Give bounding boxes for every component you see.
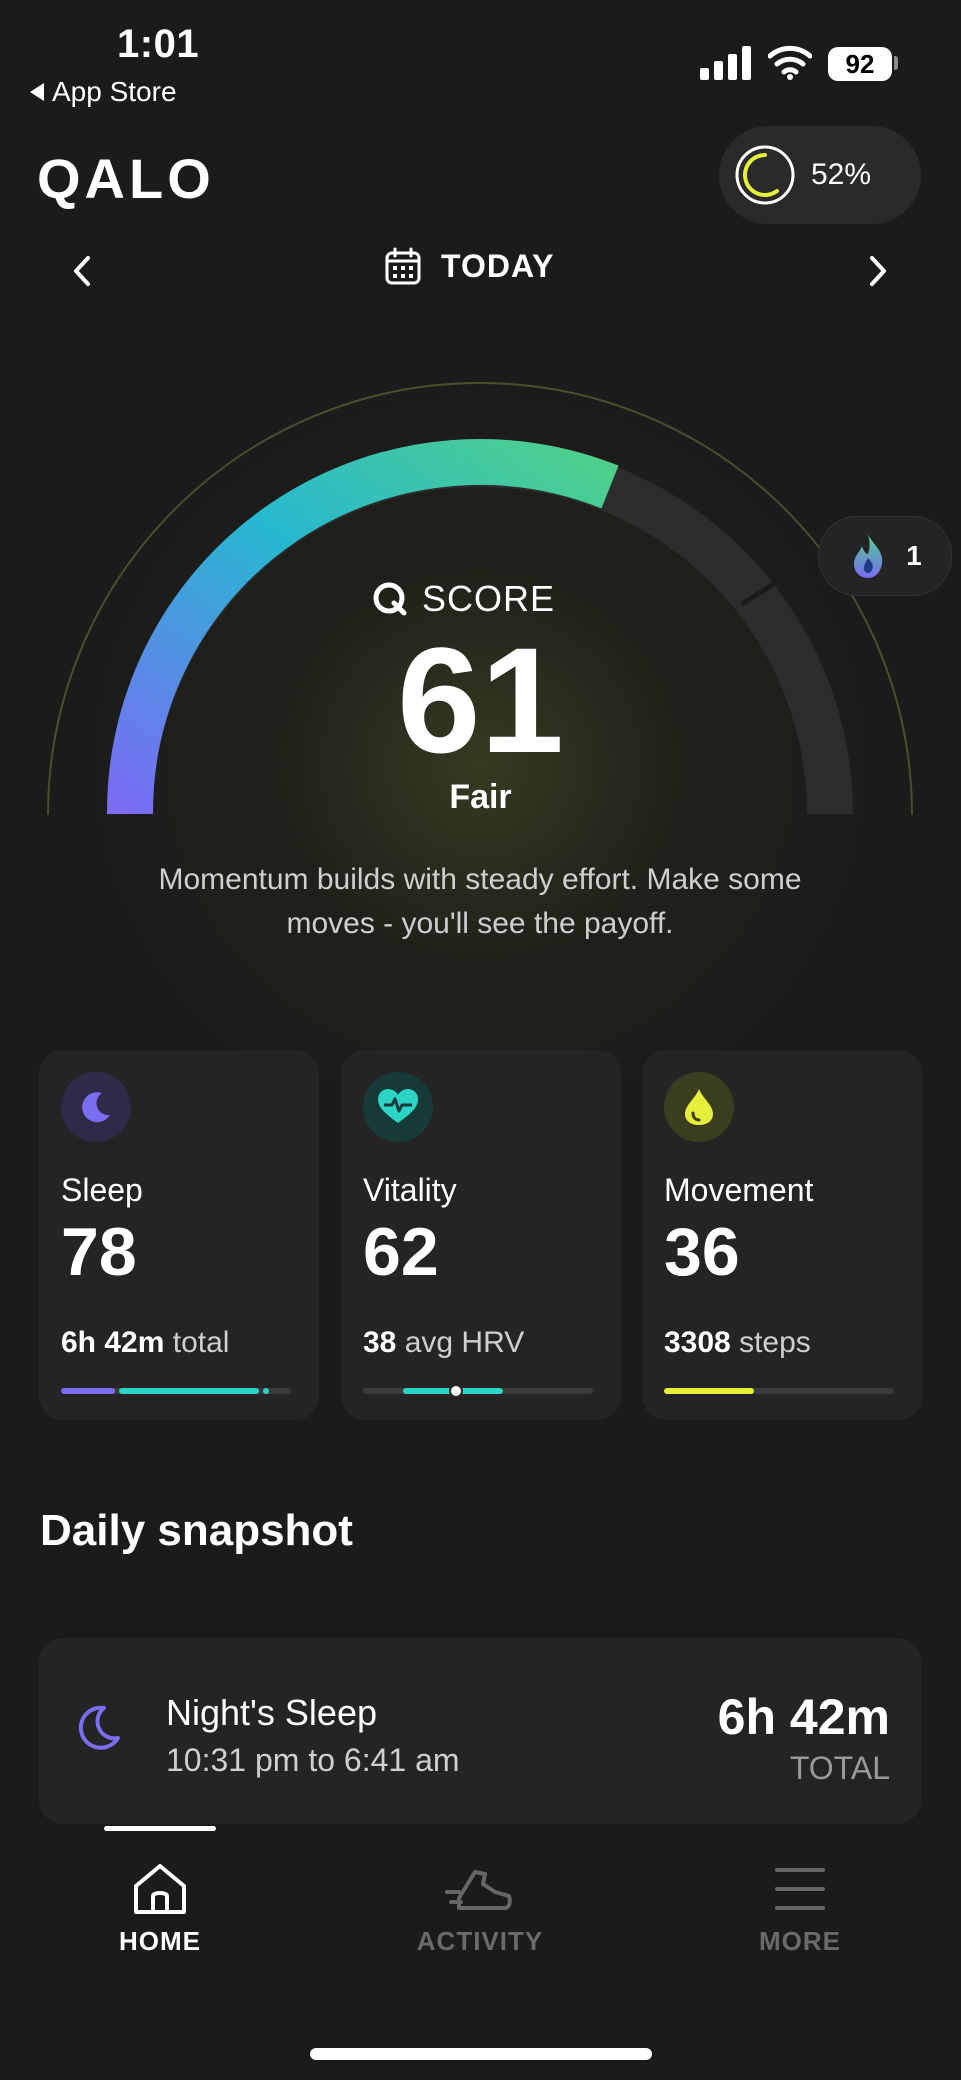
score-label: SCORE xyxy=(372,578,555,620)
signal-icon xyxy=(700,46,751,80)
status-time: 1:01 xyxy=(117,22,200,66)
home-icon xyxy=(134,1864,186,1914)
moon-icon xyxy=(78,1705,120,1750)
wifi-icon xyxy=(768,45,812,80)
movement-card[interactable]: Movement 36 3308 steps xyxy=(642,1050,922,1420)
previous-day-chevron-icon[interactable] xyxy=(62,246,102,296)
nav-activity-label: ACTIVITY xyxy=(416,1926,544,1956)
sleep-detail-value: 6h 42m xyxy=(61,1326,165,1359)
progress-percent: 52% xyxy=(811,158,872,191)
moon-icon xyxy=(61,1072,131,1142)
back-to-app-store[interactable]: App Store xyxy=(30,76,177,108)
sleep-title: Sleep xyxy=(61,1172,143,1208)
vitality-score: 62 xyxy=(363,1214,439,1290)
movement-title: Movement xyxy=(664,1172,814,1208)
score-value: 61 xyxy=(397,616,564,784)
heart-pulse-icon xyxy=(363,1072,433,1142)
vitality-card[interactable]: Vitality 62 38 avg HRV xyxy=(341,1050,621,1420)
vitality-detail: 38 avg HRV xyxy=(363,1326,524,1360)
sleep-score: 78 xyxy=(61,1214,137,1290)
nav-active-indicator xyxy=(104,1826,216,1831)
vitality-marker xyxy=(449,1384,463,1398)
streak-count: 1 xyxy=(906,540,922,571)
night-sleep-time-range: 10:31 pm to 6:41 am xyxy=(166,1742,460,1778)
streak-badge[interactable]: 1 xyxy=(818,516,952,596)
progress-ring-icon xyxy=(735,145,795,205)
movement-detail-unit: steps xyxy=(739,1326,811,1359)
sleep-detail-unit: total xyxy=(172,1326,230,1359)
night-sleep-title: Night's Sleep xyxy=(166,1692,377,1733)
nav-home-label: HOME xyxy=(119,1926,201,1956)
vitality-title: Vitality xyxy=(363,1172,457,1208)
back-arrow-icon xyxy=(30,83,44,101)
battery-nub xyxy=(894,56,898,70)
sneaker-icon xyxy=(445,1870,512,1910)
movement-score: 36 xyxy=(664,1214,740,1290)
sleep-card[interactable]: Sleep 78 6h 42m total xyxy=(39,1050,319,1420)
home-indicator xyxy=(310,2048,652,2060)
daily-snapshot-heading: Daily snapshot xyxy=(40,1506,353,1555)
score-label-text: SCORE xyxy=(422,578,556,619)
menu-icon xyxy=(775,1868,825,1910)
nav-activity[interactable]: ACTIVITY xyxy=(360,1862,600,1957)
battery-indicator: 92 xyxy=(828,47,892,81)
qalo-q-icon xyxy=(373,582,407,616)
night-sleep-total: 6h 42m xyxy=(717,1689,890,1745)
sleep-bar xyxy=(61,1388,291,1394)
flame-icon xyxy=(854,534,883,578)
back-label: App Store xyxy=(52,76,177,107)
date-selector[interactable]: TODAY xyxy=(385,247,554,285)
vitality-detail-unit: avg HRV xyxy=(404,1326,525,1359)
date-label: TODAY xyxy=(441,247,555,284)
vitality-bar xyxy=(363,1384,593,1398)
next-day-chevron-icon[interactable] xyxy=(858,246,898,296)
progress-ring-pill[interactable]: 52% xyxy=(719,126,921,224)
movement-detail: 3308 steps xyxy=(664,1326,811,1360)
calendar-icon xyxy=(385,247,421,285)
drop-icon xyxy=(664,1072,734,1142)
app-logo: QALO xyxy=(37,147,215,210)
score-rating: Fair xyxy=(449,778,512,816)
sleep-detail: 6h 42m total xyxy=(61,1326,229,1360)
nav-more[interactable]: MORE xyxy=(680,1862,920,1957)
nav-home[interactable]: HOME xyxy=(40,1862,280,1957)
score-message: Momentum builds with steady effort. Make… xyxy=(158,863,802,940)
movement-detail-value: 3308 xyxy=(664,1326,731,1359)
night-sleep-total-label: TOTAL xyxy=(789,1750,890,1786)
nav-more-label: MORE xyxy=(759,1926,841,1956)
movement-bar xyxy=(664,1388,894,1394)
vitality-detail-value: 38 xyxy=(363,1326,397,1359)
